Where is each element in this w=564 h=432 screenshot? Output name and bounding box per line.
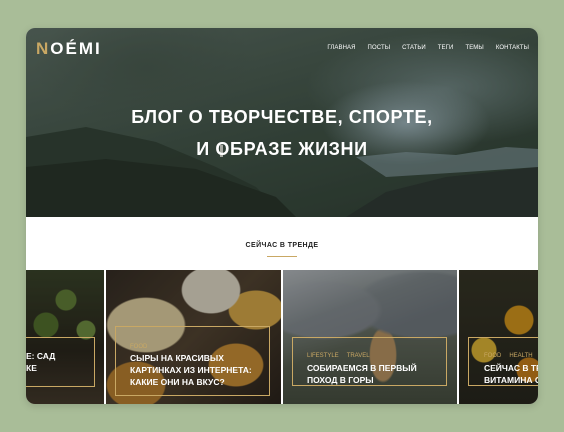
hero-banner: NOÉMI ГЛАВНАЯ ПОСТЫ СТАТЬИ ТЕГИ ТЕМЫ КОН… [26,28,538,217]
nav-item-topics[interactable]: ТЕМЫ [465,45,483,51]
nav-item-tags[interactable]: ТЕГИ [438,45,454,51]
nav-item-posts[interactable]: ПОСТЫ [368,45,391,51]
tag-food[interactable]: FOOD [484,353,501,359]
site-logo[interactable]: NOÉMI [36,39,102,59]
logo-first-letter: N [36,39,51,58]
trending-card-garden[interactable]: Е: САД КЕ [26,270,104,404]
trending-heading: СЕЙЧАС В ТРЕНДЕ [245,242,319,249]
card-title: Е: САД КЕ [26,351,56,373]
trending-card-hiking[interactable]: LIFESTYLE TRAVEL СОБИРАЕМСЯ В ПЕРВЫЙ ПОХ… [283,270,457,404]
nav-item-articles[interactable]: СТАТЬИ [402,45,426,51]
hero-title-line1: БЛОГ О ТВОРЧЕСТВЕ, СПОРТЕ, [131,107,433,127]
tag-health[interactable]: HEALTH [509,353,532,359]
logo-rest: OÉMI [50,39,102,58]
trending-card-cheese[interactable]: FOOD СЫРЫ НА КРАСИВЫХ КАРТИНКАХ ИЗ ИНТЕР… [106,270,281,404]
card-tags: FOOD [130,344,155,350]
hero-title-line2: И ОБРАЗЕ ЖИЗНИ [196,139,368,159]
nav-item-contacts[interactable]: КОНТАКТЫ [496,45,529,51]
trending-card-vitamin-c[interactable]: FOOD HEALTH СЕЙЧАС В ТР ВИТАМИНА С [459,270,538,404]
tag-food[interactable]: FOOD [130,344,147,350]
trending-carousel: Е: САД КЕ FOOD СЫРЫ НА КРАСИВЫХ КАРТИНКА… [26,270,538,404]
card-tags: FOOD HEALTH [484,353,538,359]
card-tags: LIFESTYLE TRAVEL [307,353,378,359]
tag-lifestyle[interactable]: LIFESTYLE [307,353,339,359]
nav-item-home[interactable]: ГЛАВНАЯ [327,45,355,51]
card-title: СЫРЫ НА КРАСИВЫХ КАРТИНКАХ ИЗ ИНТЕРНЕТА:… [130,353,252,387]
trending-underline [267,256,297,257]
main-nav: ГЛАВНАЯ ПОСТЫ СТАТЬИ ТЕГИ ТЕМЫ КОНТАКТЫ [315,45,529,51]
tag-travel[interactable]: TRAVEL [347,353,370,359]
browser-page: NOÉMI ГЛАВНАЯ ПОСТЫ СТАТЬИ ТЕГИ ТЕМЫ КОН… [26,28,538,404]
card-title: СЕЙЧАС В ТР ВИТАМИНА С [484,363,538,385]
card-title: СОБИРАЕМСЯ В ПЕРВЫЙ ПОХОД В ГОРЫ [307,363,417,385]
